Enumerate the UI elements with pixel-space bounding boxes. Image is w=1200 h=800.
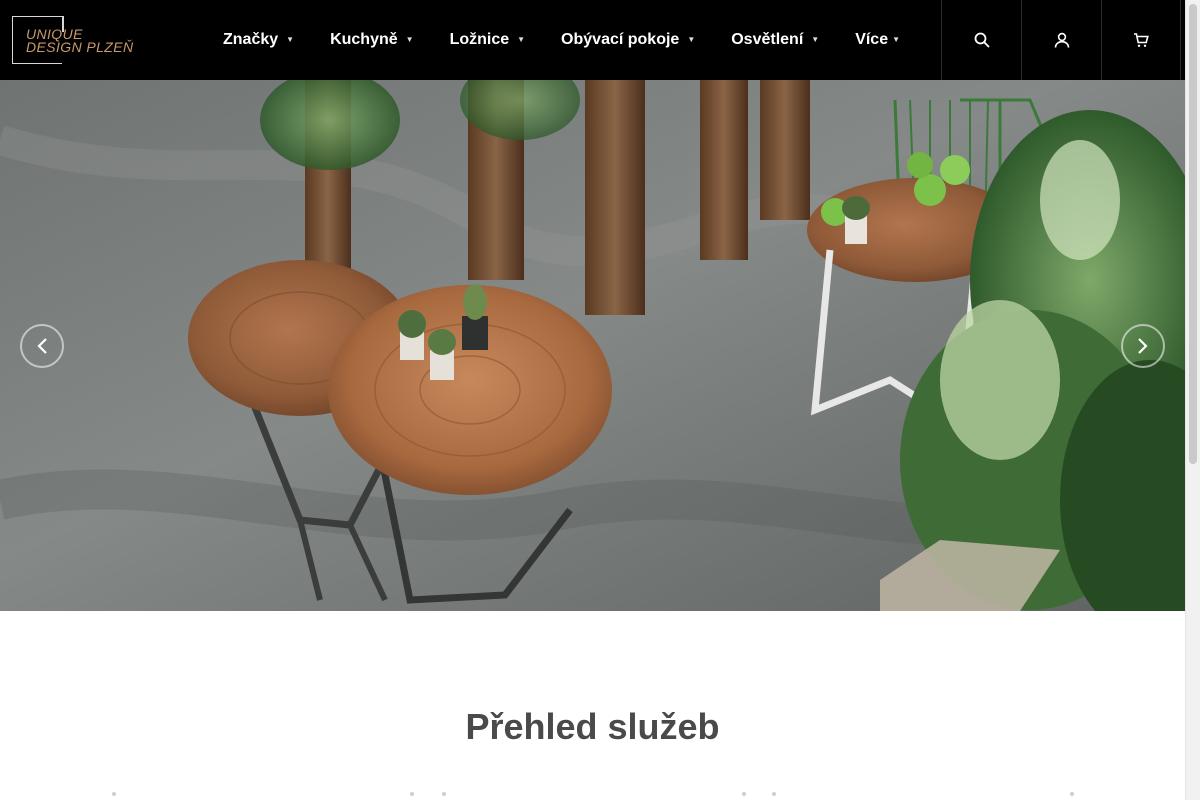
nav-item-label: Ložnice xyxy=(449,31,510,48)
chevron-down-icon: ▼ xyxy=(286,35,295,44)
cart-button[interactable] xyxy=(1101,0,1181,80)
chevron-down-icon: ▼ xyxy=(687,35,696,44)
page: UNIQUE DESIGN PLZEŇ Značky ▼ Kuchyně ▼ L… xyxy=(0,0,1200,800)
chevron-down-icon: ▼ xyxy=(811,35,820,44)
nav-item-kuchyne[interactable]: Kuchyně ▼ xyxy=(312,0,432,80)
chevron-down-icon: ▼ xyxy=(892,35,901,44)
nav-item-label: Kuchyně xyxy=(330,31,398,48)
nav-item-label: Značky xyxy=(223,31,279,48)
nav-item-label: Osvětlení xyxy=(731,31,804,48)
slider-prev-button[interactable] xyxy=(20,324,64,368)
chevron-left-icon xyxy=(37,338,47,354)
chevron-right-icon xyxy=(1138,338,1148,354)
account-button[interactable] xyxy=(1021,0,1101,80)
nav-item-vice[interactable]: Více ▼ xyxy=(837,0,918,80)
main-nav: Značky ▼ Kuchyně ▼ Ložnice ▼ Obývací pok… xyxy=(205,0,918,80)
nav-item-obyvaci-pokoje[interactable]: Obývací pokoje ▼ xyxy=(543,0,713,80)
page-scrollbar[interactable] xyxy=(1185,0,1200,800)
site-header: UNIQUE DESIGN PLZEŇ Značky ▼ Kuchyně ▼ L… xyxy=(0,0,1185,80)
chevron-down-icon: ▼ xyxy=(517,35,526,44)
nav-item-loznice[interactable]: Ložnice ▼ xyxy=(432,0,543,80)
scrollbar-thumb[interactable] xyxy=(1189,4,1197,464)
hero-image xyxy=(0,80,1185,611)
services-cards-peek xyxy=(0,792,1185,800)
nav-item-label: Obývací pokoje xyxy=(561,31,680,48)
cart-icon xyxy=(1134,33,1149,47)
search-icon xyxy=(974,32,990,48)
logo[interactable]: UNIQUE DESIGN PLZEŇ xyxy=(10,14,135,68)
slider-next-button[interactable] xyxy=(1121,324,1165,368)
search-button[interactable] xyxy=(941,0,1021,80)
nav-item-znacky[interactable]: Značky ▼ xyxy=(205,0,312,80)
services-title: Přehled služeb xyxy=(465,706,720,747)
nav-item-label: Více xyxy=(855,31,889,48)
nav-item-osvetleni[interactable]: Osvětlení ▼ xyxy=(713,0,837,80)
hero-slider[interactable] xyxy=(0,80,1185,611)
header-actions xyxy=(941,0,1181,80)
chevron-down-icon: ▼ xyxy=(405,35,414,44)
logo-text-line2: DESIGN PLZEŇ xyxy=(26,39,134,55)
user-icon xyxy=(1054,32,1069,48)
